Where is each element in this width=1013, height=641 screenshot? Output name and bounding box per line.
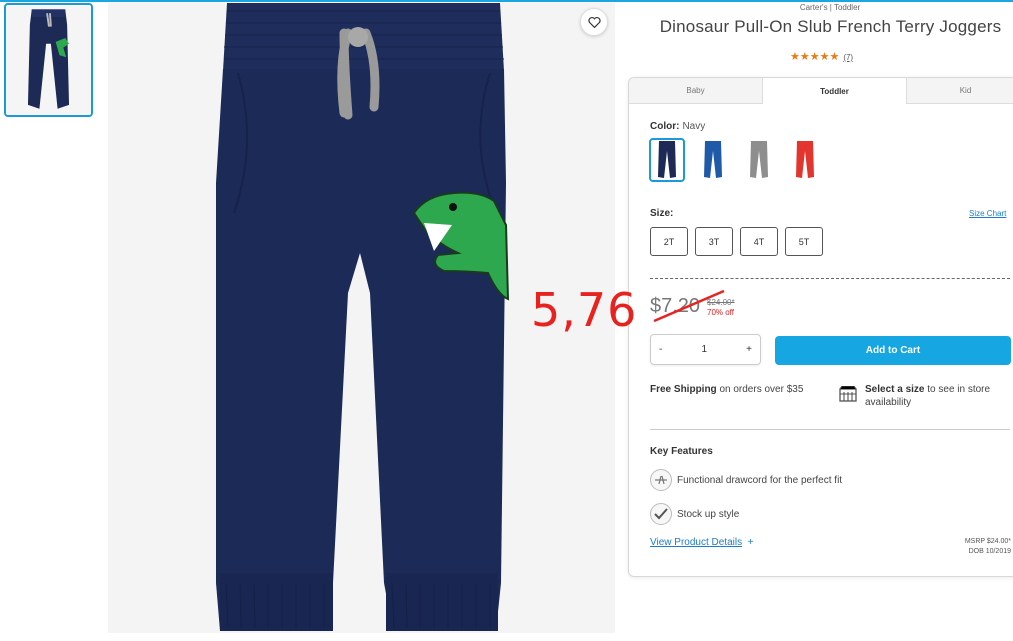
color-swatches (649, 138, 823, 182)
size-3t-button[interactable]: 3T (695, 227, 733, 256)
size-2t-button[interactable]: 2T (650, 227, 688, 256)
tab-toddler[interactable]: Toddler (763, 78, 907, 104)
divider (650, 429, 1010, 430)
tab-kid[interactable]: Kid (907, 78, 1013, 104)
store-icon (839, 385, 857, 406)
details-label: View Product Details (650, 537, 743, 548)
divider-dashed (650, 278, 1010, 279)
rating[interactable]: ★★★★★ (7) (790, 50, 853, 63)
pants-red-icon (796, 141, 814, 178)
quantity-decrement-button[interactable]: - (659, 344, 662, 355)
pants-blue-icon (704, 141, 722, 178)
key-features-title: Key Features (650, 446, 713, 457)
swatch-navy[interactable] (649, 138, 685, 182)
tab-baby[interactable]: Baby (629, 78, 763, 104)
size-5t-button[interactable]: 5T (785, 227, 823, 256)
add-to-cart-button[interactable]: Add to Cart (775, 336, 1011, 365)
size-options: 2T 3T 4T 5T (650, 227, 823, 256)
purchase-panel: Baby Toddler Kid Color: Navy Size: Size C… (628, 77, 1013, 577)
favorite-heart-button[interactable] (580, 8, 608, 36)
color-label-text: Color: (650, 121, 680, 132)
product-title: Dinosaur Pull-On Slub French Terry Jogge… (659, 17, 1002, 36)
product-thumbnail[interactable] (4, 3, 93, 117)
discount-label: 70% off (707, 308, 734, 317)
checkmark-icon (650, 503, 672, 525)
review-count-link[interactable]: (7) (843, 53, 853, 62)
top-accent-bar (0, 0, 1013, 2)
thumbnail-image (6, 5, 91, 115)
feature-item: Stock up style (650, 503, 739, 525)
shipping-info: Free Shipping on orders over $35 (650, 383, 825, 396)
msrp-info: MSRP $24.00* DOB 10/2019 (929, 537, 1011, 557)
feature-text: Functional drawcord for the perfect fit (677, 474, 843, 486)
annotation-price: 5,76 (531, 283, 638, 337)
sale-price: $7.20 (650, 295, 701, 317)
view-product-details-link[interactable]: View Product Details + (650, 537, 754, 548)
size-chart-link[interactable]: Size Chart (969, 209, 1006, 218)
size-label-text: Size: (650, 208, 674, 219)
color-label: Color: Navy (650, 121, 705, 132)
swatch-gray[interactable] (741, 138, 777, 182)
quantity-stepper: - 1 + (650, 334, 761, 365)
dob-line: DOB 10/2019 (968, 548, 1011, 555)
swatch-red[interactable] (787, 138, 823, 182)
size-4t-button[interactable]: 4T (740, 227, 778, 256)
quantity-input[interactable]: 1 (701, 344, 707, 355)
original-price: $24.00* (707, 298, 735, 307)
store-availability: Select a size to see in store availabili… (865, 383, 1013, 409)
feature-item: Functional drawcord for the perfect fit (650, 469, 842, 491)
heart-icon (587, 16, 601, 28)
pants-navy-icon (658, 141, 676, 178)
store-bold: Select a size (865, 384, 925, 395)
pants-gray-icon (750, 141, 768, 178)
color-value: Navy (682, 121, 706, 132)
msrp-line: MSRP $24.00* (964, 538, 1011, 545)
shipping-bold: Free Shipping (650, 384, 717, 395)
quantity-increment-button[interactable]: + (746, 344, 752, 355)
swatch-blue[interactable] (695, 138, 731, 182)
age-group-tabs: Baby Toddler Kid (629, 78, 1013, 104)
star-rating-icon: ★★★★★ (790, 50, 840, 63)
drawcord-icon (650, 469, 672, 491)
size-label: Size: (650, 208, 673, 219)
plus-icon: + (747, 537, 754, 548)
shipping-rest: on orders over $35 (716, 384, 804, 395)
feature-text: Stock up style (677, 508, 740, 520)
brand-breadcrumb[interactable]: Carter's | Toddler (760, 3, 900, 12)
